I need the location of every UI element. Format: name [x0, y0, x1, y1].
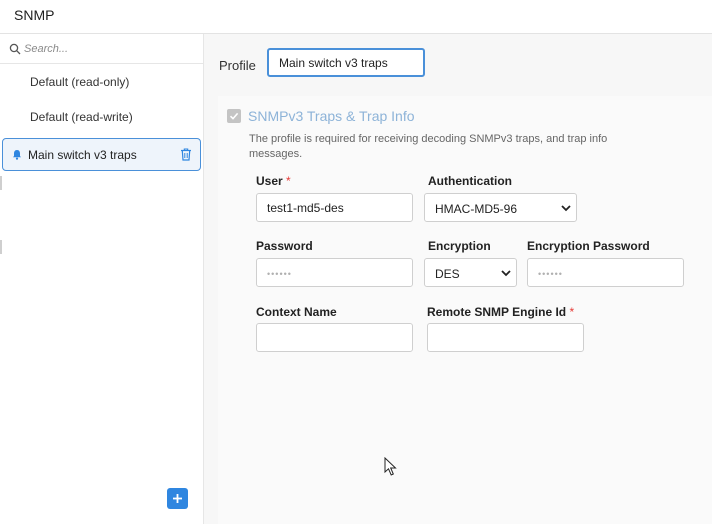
sidebar-item-label: Default (read-write) — [30, 110, 133, 124]
search-input[interactable] — [24, 40, 194, 58]
search-icon — [9, 43, 21, 55]
remote-engine-id-input[interactable] — [427, 323, 584, 352]
section-description: The profile is required for receiving de… — [249, 133, 608, 160]
main-panel: Profile SNMPv3 Traps & Trap Info The pro… — [204, 34, 712, 524]
sidebar-item-label: Main switch v3 traps — [28, 148, 137, 162]
window-edge-mark — [0, 240, 2, 254]
password-label: Password — [256, 239, 313, 253]
chevron-down-icon — [561, 205, 571, 212]
remote-engine-id-label-text: Remote SNMP Engine Id — [427, 305, 567, 319]
user-label-text: User — [256, 174, 283, 188]
sidebar-item-default-read-only[interactable]: Default (read-only) — [2, 66, 201, 99]
authentication-select[interactable]: HMAC-MD5-96 — [424, 193, 577, 222]
sidebar-item-default-read-write[interactable]: Default (read-write) — [2, 101, 201, 134]
encryption-password-label: Encryption Password — [527, 239, 650, 253]
sidebar-item-label: Default (read-only) — [30, 75, 130, 89]
snmpv3-section: SNMPv3 Traps & Trap Info The profile is … — [218, 96, 712, 524]
sidebar-item-main-switch-v3-traps[interactable]: Main switch v3 traps — [2, 138, 201, 171]
encryption-select[interactable]: DES — [424, 258, 517, 287]
top-bar: SNMP — [0, 0, 712, 34]
search-bar — [0, 34, 203, 64]
chevron-down-icon — [501, 270, 511, 277]
context-name-input[interactable] — [256, 323, 413, 352]
add-profile-button[interactable] — [167, 488, 188, 509]
authentication-label: Authentication — [428, 174, 512, 188]
encryption-value: DES — [435, 267, 460, 281]
snmpv3-enable-checkbox[interactable] — [227, 109, 241, 123]
profile-name-input[interactable] — [267, 48, 425, 77]
authentication-value: HMAC-MD5-96 — [435, 202, 518, 216]
section-title: SNMPv3 Traps & Trap Info — [248, 108, 415, 124]
encryption-label: Encryption — [428, 239, 491, 253]
sidebar: Default (read-only) Default (read-write)… — [0, 34, 204, 524]
required-mark: * — [569, 305, 575, 319]
context-name-label: Context Name — [256, 305, 337, 319]
required-mark: * — [286, 174, 291, 188]
password-input[interactable] — [256, 258, 413, 287]
plus-icon — [173, 494, 182, 503]
user-input[interactable] — [256, 193, 413, 222]
user-label: User * — [256, 174, 291, 188]
remote-engine-id-label: Remote SNMP Engine Id * — [427, 305, 574, 319]
app-title: SNMP — [14, 7, 55, 23]
bell-icon — [13, 150, 21, 160]
encryption-password-input[interactable] — [527, 258, 684, 287]
check-icon — [229, 112, 239, 120]
window-edge-mark — [0, 176, 2, 190]
profile-label: Profile — [219, 58, 256, 73]
mouse-cursor-icon — [384, 457, 397, 476]
trash-icon[interactable] — [180, 148, 192, 161]
